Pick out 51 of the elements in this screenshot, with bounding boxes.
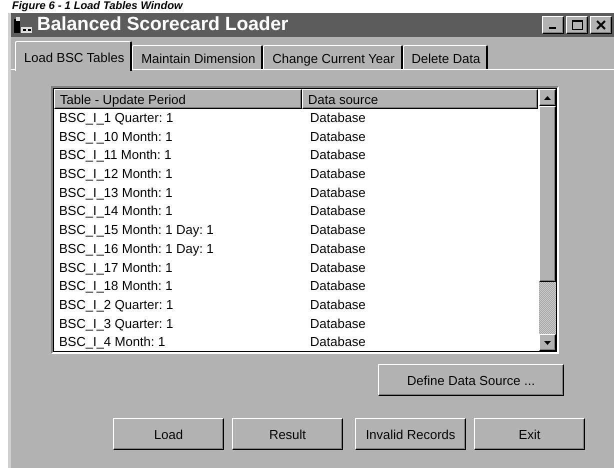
table-cell-text: Database (309, 202, 367, 220)
close-button[interactable] (590, 16, 612, 34)
table-cell-text: Database (309, 184, 367, 202)
scroll-down-button[interactable] (539, 334, 556, 351)
table-cell-text: BSC_I_18 Month: 1 (58, 277, 174, 296)
tab[interactable]: Delete Data (402, 45, 488, 69)
up-arrow-icon (544, 96, 551, 100)
minimize-button[interactable] (542, 16, 564, 34)
tab[interactable]: Maintain Dimension (132, 45, 264, 69)
table-cell-text: Database (309, 128, 367, 146)
table-cell-text: Database (309, 258, 367, 276)
table-cell-text: Database (309, 314, 367, 333)
table-cell-text: BSC_I_3 Quarter: 1 (58, 314, 174, 333)
table-cell-text: Database (309, 146, 367, 164)
table-cell-text: BSC_I_10 Month: 1 (58, 128, 174, 146)
tab[interactable]: Change Current Year (263, 45, 403, 69)
table-cell-text: Database (309, 165, 367, 184)
table-cell-text: Database (309, 240, 367, 258)
scrollbar[interactable] (539, 88, 557, 352)
table-cell-text: Database (309, 109, 367, 127)
figure-caption: Figure 6 - 1 Load Tables Window (11, 0, 183, 13)
table-cell-text: BSC_I_4 Month: 1 (58, 333, 166, 352)
table-cell-text: BSC_I_16 Month: 1 Day: 1 (58, 240, 215, 258)
table-cell-text: Database (309, 221, 367, 240)
table-cell-text: Database (309, 333, 367, 352)
close-icon (596, 20, 606, 30)
action-button[interactable]: Load (113, 418, 224, 450)
table-cell-text: BSC_I_2 Quarter: 1 (58, 296, 174, 314)
column-header[interactable]: Table - Update Period (54, 89, 302, 109)
maximize-button[interactable] (566, 16, 588, 34)
table-cell-text: BSC_I_14 Month: 1 (58, 202, 174, 220)
define-data-source-button[interactable]: Define Data Source ... (378, 364, 564, 396)
scroll-thumb[interactable] (539, 106, 556, 282)
table-cell-text: BSC_I_1 Quarter: 1 (58, 109, 174, 127)
app-icon (13, 16, 33, 34)
action-button[interactable]: Invalid Records (355, 418, 466, 450)
action-button[interactable]: Exit (474, 418, 585, 450)
table-cell-text: Database (309, 296, 367, 314)
column-header[interactable]: Data source (302, 89, 538, 109)
scroll-up-button[interactable] (539, 89, 556, 106)
tab[interactable]: Load BSC Tables (15, 41, 132, 71)
table-cell-text: BSC_I_17 Month: 1 (58, 258, 174, 277)
window-title: Balanced Scorecard Loader (37, 14, 290, 36)
table-cell-text: BSC_I_13 Month: 1 (58, 184, 174, 202)
table-cell-text: BSC_I_11 Month: 1 (58, 146, 172, 164)
table-cell-text: BSC_I_12 Month: 1 (58, 165, 174, 184)
table-cell-text: Database (309, 277, 367, 296)
table-cell-text: BSC_I_15 Month: 1 Day: 1 (58, 221, 215, 240)
down-arrow-icon (544, 340, 551, 344)
maximize-icon (572, 20, 582, 30)
action-button[interactable]: Result (232, 418, 343, 450)
